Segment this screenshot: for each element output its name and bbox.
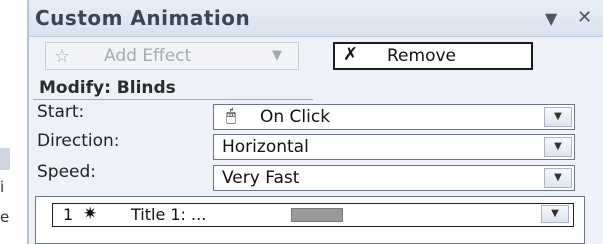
dropdown-arrow-icon[interactable]: ▼ (545, 9, 557, 28)
chevron-down-icon: ▼ (272, 48, 282, 63)
speed-select[interactable]: Very Fast ▼ (213, 165, 575, 191)
custom-animation-pane: Custom Animation ▼ ✕ ☆ Add Effect ▼ ✗ Re… (27, 0, 603, 244)
chevron-down-icon[interactable]: ▼ (544, 107, 572, 127)
direction-label: Direction: (37, 131, 120, 151)
direction-select[interactable]: Horizontal ▼ (213, 134, 575, 160)
add-effect-button[interactable]: ☆ Add Effect ▼ (45, 42, 299, 70)
effect-target-label: Title 1: ... (131, 205, 207, 224)
section-divider (33, 99, 313, 100)
chevron-down-icon[interactable]: ▼ (541, 205, 569, 223)
chevron-down-icon[interactable]: ▼ (544, 168, 572, 188)
remove-label: Remove (387, 46, 456, 66)
modify-heading: Modify: Blinds (39, 78, 176, 98)
background-fragment: i (0, 178, 5, 196)
start-label: Start: (37, 102, 85, 122)
mouse-click-icon: 🖱 (226, 106, 237, 126)
close-icon[interactable]: ✕ (577, 7, 592, 28)
speed-label: Speed: (37, 162, 97, 182)
start-value: On Click (260, 107, 331, 127)
star-effect-icon: ☆ (54, 46, 71, 67)
start-select[interactable]: 🖱 On Click ▼ (213, 104, 575, 130)
speed-value: Very Fast (222, 168, 300, 188)
screenshot-stage: i e Custom Animation ▼ ✕ ☆ Add Effect ▼ … (0, 0, 603, 244)
direction-value: Horizontal (222, 137, 309, 157)
timeline-bar (291, 208, 343, 222)
add-effect-label: Add Effect (104, 46, 192, 66)
pane-titlebar: Custom Animation ▼ ✕ (29, 0, 603, 37)
entrance-effect-star-icon: ✷ (83, 204, 98, 224)
background-slide-edge: i e (0, 0, 27, 244)
effect-order-number: 1 (63, 205, 74, 224)
remove-effect-icon: ✗ (343, 44, 359, 65)
chevron-down-icon[interactable]: ▼ (544, 137, 572, 157)
remove-button[interactable]: ✗ Remove (333, 42, 533, 70)
background-fragment (0, 148, 10, 170)
animation-list[interactable]: 1 ✷ Title 1: ... ▼ (35, 196, 585, 244)
list-item[interactable]: 1 ✷ Title 1: ... ▼ (52, 203, 574, 227)
background-fragment: e (0, 208, 10, 226)
pane-title: Custom Animation (35, 6, 251, 30)
